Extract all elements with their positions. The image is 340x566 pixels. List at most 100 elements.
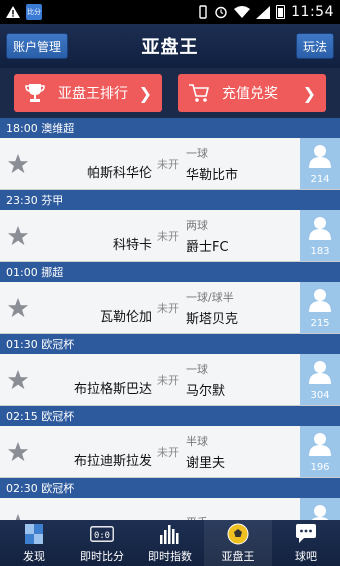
away-team: 斯塔贝克 xyxy=(186,311,239,327)
away-team: 马尔默 xyxy=(186,383,226,399)
handicap: 两球 xyxy=(186,218,208,232)
cart-icon xyxy=(189,84,210,102)
match-row[interactable]: 瓦勒伦加 未开 一球/球半 斯塔贝克 215 xyxy=(0,282,340,334)
handicap: 半球 xyxy=(186,434,208,448)
chat-bubble-icon xyxy=(296,523,316,543)
signal-icon xyxy=(256,5,271,19)
predictor-count: 196 xyxy=(310,462,330,473)
star-icon xyxy=(7,297,29,317)
home-team xyxy=(36,498,152,520)
nav-forum[interactable]: 球吧 xyxy=(272,520,340,566)
predictor-count: 183 xyxy=(310,246,330,257)
handicap: 一球 xyxy=(186,146,208,160)
group-header: 02:30 欧冠杯 xyxy=(0,478,340,498)
match-status: 未开 xyxy=(157,373,179,387)
star-icon xyxy=(7,153,29,173)
match-status: 未开 xyxy=(157,445,179,459)
battery-icon xyxy=(276,5,286,19)
user-icon xyxy=(309,361,331,384)
predictors-button[interactable]: 214 xyxy=(300,138,340,189)
favorite-toggle[interactable] xyxy=(0,354,36,405)
match-row[interactable]: 布拉迪斯拉发 未开 半球 谢里夫 196 xyxy=(0,426,340,478)
chevron-right-icon: ❯ xyxy=(138,83,152,103)
group-header: 02:15 欧冠杯 xyxy=(0,406,340,426)
alarm-icon xyxy=(215,6,227,19)
match-status xyxy=(152,498,184,520)
match-status: 未开 xyxy=(157,301,179,315)
predictors-button[interactable]: 183 xyxy=(300,210,340,261)
predictors-button[interactable]: 304 xyxy=(300,354,340,405)
user-icon xyxy=(309,433,331,456)
home-team: 帕斯科华伦 xyxy=(86,166,152,181)
group-header: 18:00 澳维超 xyxy=(0,118,340,138)
recharge-redeem-label: 充值兑奖 xyxy=(222,86,278,102)
how-to-play-button[interactable]: 玩法 xyxy=(295,33,334,59)
nav-label: 即时指数 xyxy=(148,549,192,563)
nav-asian-handicap-king[interactable]: 亚盘王 xyxy=(204,520,272,566)
away-team: 爵士FC xyxy=(186,239,229,255)
match-status: 未开 xyxy=(157,229,179,243)
title-bar: 账户管理 亚盘王 玩法 xyxy=(0,24,340,68)
predictors-button[interactable]: 196 xyxy=(300,426,340,477)
nav-label: 即时比分 xyxy=(80,549,124,563)
user-icon xyxy=(309,289,331,312)
predictors-button[interactable] xyxy=(300,498,340,520)
home-team: 瓦勒伦加 xyxy=(99,310,152,325)
group-header: 01:00 挪超 xyxy=(0,262,340,282)
nav-live-odds[interactable]: 即时指数 xyxy=(136,520,204,566)
star-icon xyxy=(15,513,21,520)
nav-label: 亚盘王 xyxy=(221,549,255,563)
home-team: 科特卡 xyxy=(112,238,152,253)
match-row[interactable]: 布拉格斯巴达 未开 一球 马尔默 304 xyxy=(0,354,340,406)
chevron-right-icon: ❯ xyxy=(302,83,316,103)
match-row[interactable]: 帕斯科华伦 未开 一球 华勒比市 214 xyxy=(0,138,340,190)
football-icon xyxy=(227,523,249,544)
user-icon xyxy=(311,505,329,520)
handicap: 一球/球半 xyxy=(186,290,234,304)
user-icon xyxy=(309,145,331,168)
away-team: 谢里夫 xyxy=(186,455,226,471)
home-team: 布拉格斯巴达 xyxy=(73,382,152,397)
page-title: 亚盘王 xyxy=(141,37,199,58)
status-time: 11:54 xyxy=(291,4,334,20)
match-row[interactable]: 科特卡 未开 两球 爵士FC 183 xyxy=(0,210,340,262)
predictors-button[interactable]: 215 xyxy=(300,282,340,333)
svg-text:0:0: 0:0 xyxy=(94,531,110,541)
star-icon xyxy=(7,441,29,461)
nav-label: 球吧 xyxy=(295,549,317,563)
predictor-count: 214 xyxy=(310,174,330,185)
account-management-button[interactable]: 账户管理 xyxy=(6,33,69,59)
recharge-redeem-button[interactable]: 充值兑奖 ❯ xyxy=(178,74,326,112)
discover-icon xyxy=(25,523,43,544)
favorite-toggle[interactable] xyxy=(0,498,36,520)
star-icon xyxy=(7,369,29,389)
trophy-icon xyxy=(25,84,45,102)
match-list[interactable]: 18:00 澳维超 帕斯科华伦 未开 一球 华勒比市 214 23:30 芬甲 … xyxy=(0,118,340,520)
scoreboard-icon: 0:0 xyxy=(90,525,114,542)
predictor-count: 304 xyxy=(310,390,330,401)
status-bar: 比分 11:54 xyxy=(0,0,340,24)
favorite-toggle[interactable] xyxy=(0,138,36,189)
action-row: 亚盘王排行 ❯ 充值兑奖 ❯ xyxy=(0,68,340,118)
vibrate-icon xyxy=(199,5,207,19)
predictor-count: 215 xyxy=(310,318,330,329)
favorite-toggle[interactable] xyxy=(0,210,36,261)
app-notification-icon: 比分 xyxy=(26,4,42,20)
nav-live-score[interactable]: 0:0 即时比分 xyxy=(68,520,136,566)
favorite-toggle[interactable] xyxy=(0,426,36,477)
home-team: 布拉迪斯拉发 xyxy=(73,454,152,469)
favorite-toggle[interactable] xyxy=(0,282,36,333)
warning-icon xyxy=(6,6,20,18)
nav-discover[interactable]: 发现 xyxy=(0,520,68,566)
ranking-button-label: 亚盘王排行 xyxy=(58,86,128,102)
star-icon xyxy=(7,225,29,245)
user-icon xyxy=(309,217,331,240)
bottom-nav: 发现 0:0 即时比分 即时指数 亚盘王 球吧 xyxy=(0,520,340,566)
away-team: 华勒比市 xyxy=(186,167,239,183)
group-header: 01:30 欧冠杯 xyxy=(0,334,340,354)
nav-label: 发现 xyxy=(23,549,45,563)
match-row[interactable]: 平手 xyxy=(0,498,340,520)
bar-chart-icon xyxy=(160,524,179,544)
ranking-button[interactable]: 亚盘王排行 ❯ xyxy=(14,74,162,112)
handicap: 一球 xyxy=(186,362,208,376)
